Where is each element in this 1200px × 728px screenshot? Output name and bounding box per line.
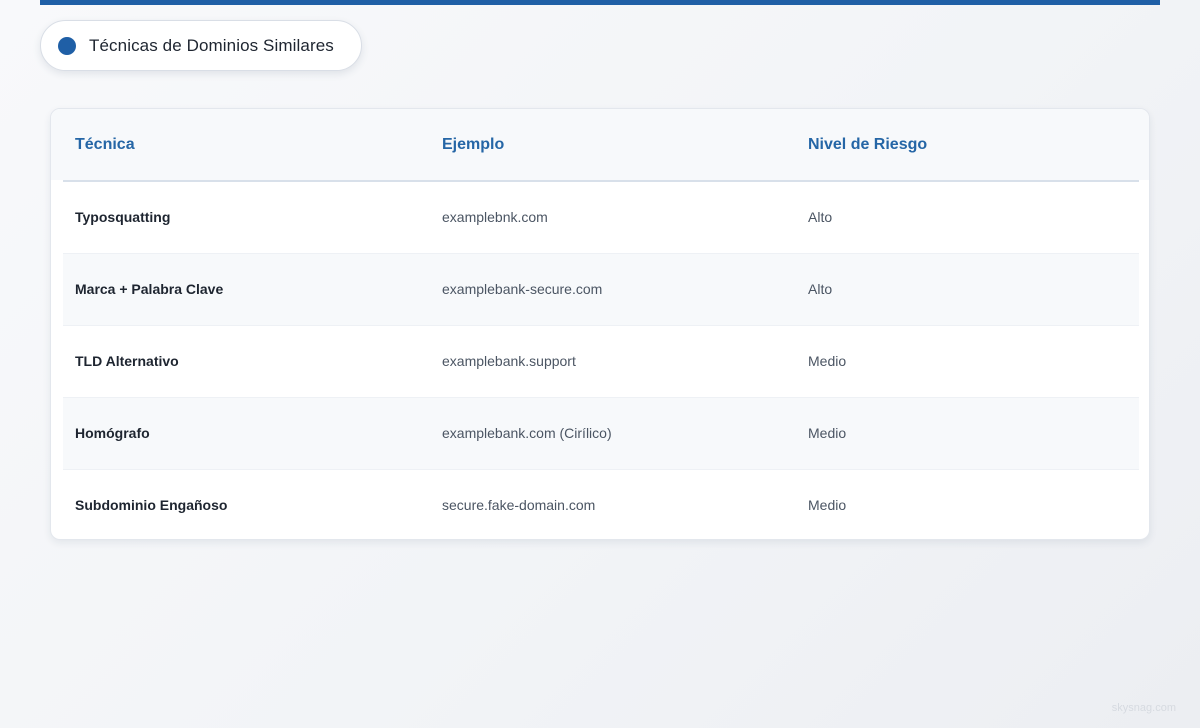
table-row: Marca + Palabra Clave examplebank-secure…	[63, 254, 1139, 326]
header-risk-level: Nivel de Riesgo	[808, 136, 928, 153]
cell-technique: TLD Alternativo	[75, 353, 179, 369]
watermark: skysnag.com	[1111, 702, 1176, 714]
cell-example: examplebank.com (Cirílico)	[442, 425, 612, 441]
top-accent-bar	[40, 0, 1160, 5]
domains-table-card: Técnica Ejemplo Nivel de Riesgo Typosqua…	[50, 108, 1150, 540]
cell-example: examplebnk.com	[442, 209, 548, 225]
cell-example: examplebank.support	[442, 353, 576, 369]
header-example: Ejemplo	[442, 136, 505, 153]
cell-risk: Alto	[808, 209, 833, 225]
cell-example: examplebank-secure.com	[442, 281, 603, 297]
table-header-row: Técnica Ejemplo Nivel de Riesgo	[51, 109, 1149, 180]
cell-technique: Marca + Palabra Clave	[75, 281, 224, 297]
cell-example: secure.fake-domain.com	[442, 497, 596, 513]
cell-technique: Subdominio Engañoso	[75, 497, 228, 513]
header-technique: Técnica	[75, 136, 135, 153]
cell-risk: Alto	[808, 281, 833, 297]
bullet-dot-icon	[58, 36, 76, 55]
table-row: TLD Alternativo examplebank.support Medi…	[63, 326, 1139, 398]
cell-technique: Typosquatting	[75, 209, 171, 225]
cell-risk: Medio	[808, 353, 847, 369]
table-row: Typosquatting examplebnk.com Alto	[63, 182, 1139, 254]
cell-technique: Homógrafo	[75, 425, 150, 441]
table-row: Homógrafo examplebank.com (Cirílico) Med…	[63, 398, 1139, 470]
page-title: Técnicas de Dominios Similares	[89, 35, 334, 55]
cell-risk: Medio	[808, 425, 847, 441]
cell-risk: Medio	[808, 497, 847, 513]
table-row: Subdominio Engañoso secure.fake-domain.c…	[63, 470, 1139, 539]
section-title-pill: Técnicas de Dominios Similares	[40, 20, 362, 71]
